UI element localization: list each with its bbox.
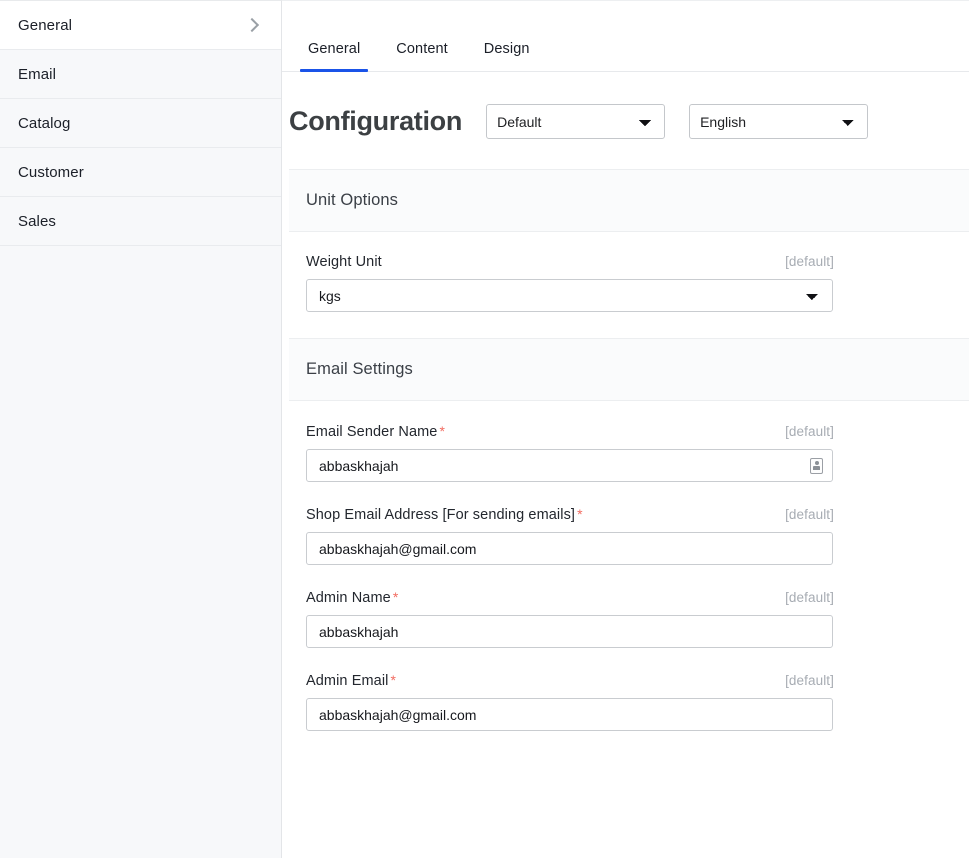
tab-general[interactable]: General: [290, 41, 378, 72]
configuration-page: General Email Catalog Customer Sales Gen…: [0, 0, 969, 858]
sidebar-item-label: Customer: [18, 163, 84, 181]
section-title: Unit Options: [306, 191, 398, 209]
tab-design[interactable]: Design: [466, 41, 548, 71]
section-email-settings: Email Settings Email Sender Name * [defau…: [282, 338, 969, 757]
main-content: General Content Design Configuration Def…: [282, 0, 969, 858]
field-label-text: Admin Name: [306, 590, 391, 606]
field-label: Admin Email *: [306, 672, 396, 689]
page-title: Configuration: [289, 106, 463, 136]
field-header: Admin Name * [default]: [306, 589, 834, 606]
section-body: Email Sender Name* [default] Shop E: [282, 401, 969, 757]
field-shop-email-address: Shop Email Address [For sending emails] *…: [306, 506, 969, 565]
sidebar-item-catalog[interactable]: Catalog: [0, 99, 281, 148]
field-label-text: Email Sender Name: [306, 424, 438, 440]
email-sender-name-input[interactable]: [306, 449, 833, 482]
language-select[interactable]: English: [689, 104, 869, 139]
section-body: Weight Unit [default] kgs: [282, 232, 969, 338]
field-scope-badge: [default]: [785, 590, 834, 605]
sidebar-item-label: General: [18, 16, 73, 34]
input-wrapper: [306, 449, 833, 482]
field-scope-badge: [default]: [785, 507, 834, 522]
field-label: Shop Email Address [For sending emails] *: [306, 506, 583, 523]
store-scope-select[interactable]: Default: [486, 104, 666, 139]
field-scope-badge: [default]: [785, 254, 834, 269]
sidebar: General Email Catalog Customer Sales: [0, 0, 282, 858]
section-unit-options: Unit Options Weight Unit [default] kgs: [282, 169, 969, 338]
field-label: Admin Name *: [306, 589, 398, 606]
field-scope-badge: [default]: [785, 673, 834, 688]
required-asterisk: *: [392, 589, 399, 605]
field-header: Email Sender Name * [default]: [306, 423, 834, 440]
sidebar-item-email[interactable]: Email: [0, 50, 281, 99]
field-label: Email Sender Name *: [306, 423, 445, 440]
autofill-contact-icon[interactable]: [810, 457, 823, 474]
field-header: Weight Unit [default]: [306, 254, 834, 270]
sidebar-item-label: Catalog: [18, 114, 71, 132]
weight-unit-select[interactable]: kgs: [306, 279, 833, 312]
required-asterisk: *: [390, 672, 397, 688]
sidebar-item-customer[interactable]: Customer: [0, 148, 281, 197]
section-header: Email Settings: [289, 338, 969, 401]
sidebar-item-label: Sales: [18, 212, 57, 230]
sidebar-item-label: Email: [18, 65, 57, 83]
required-asterisk: *: [577, 506, 583, 522]
field-admin-email: Admin Email * [default]: [306, 672, 969, 731]
sidebar-item-sales[interactable]: Sales: [0, 197, 281, 246]
field-scope-badge: [default]: [785, 424, 834, 439]
field-label: Weight Unit: [306, 254, 382, 270]
field-weight-unit: Weight Unit [default] kgs: [306, 254, 969, 312]
page-header: Configuration Default English: [282, 72, 969, 139]
section-title: Email Settings: [306, 360, 413, 378]
field-admin-name: Admin Name * [default]: [306, 589, 969, 648]
chevron-right-icon: [245, 18, 259, 32]
section-header: Unit Options: [289, 169, 969, 232]
shop-email-address-input[interactable]: [306, 532, 833, 565]
settings-sections: Unit Options Weight Unit [default] kgs E…: [282, 169, 969, 757]
tab-content[interactable]: Content: [378, 41, 466, 71]
sidebar-item-general[interactable]: General: [0, 1, 281, 50]
admin-email-input[interactable]: [306, 698, 833, 731]
field-header: Admin Email * [default]: [306, 672, 834, 689]
required-asterisk: *: [439, 423, 446, 439]
admin-name-input[interactable]: [306, 615, 833, 648]
field-email-sender-name: Email Sender Name * [default]: [306, 423, 969, 482]
field-label-text: Admin Email: [306, 673, 389, 689]
tab-bar: General Content Design: [282, 1, 969, 72]
field-label-text: Shop Email Address [For sending emails]: [306, 507, 576, 523]
field-header: Shop Email Address [For sending emails] *…: [306, 506, 834, 523]
